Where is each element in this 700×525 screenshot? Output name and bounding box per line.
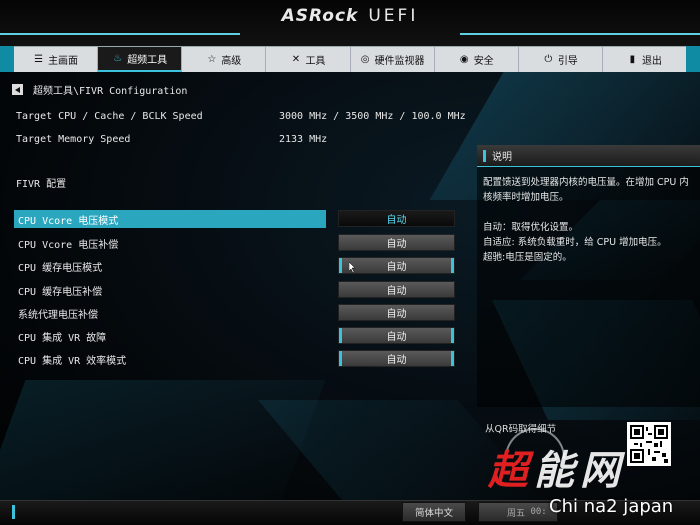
description-header: 说明 <box>477 145 700 167</box>
tab-advanced[interactable]: ☆ 高级 <box>182 47 267 72</box>
shield-icon: ◉ <box>459 54 469 65</box>
language-button[interactable]: 简体中文 <box>402 502 466 522</box>
description-panel: 说明 配置馈送到处理器内核的电压量。在增加 CPU 内核频率时增加电压。 自动：… <box>477 145 700 407</box>
footer-marker <box>12 505 15 519</box>
exit-icon: ▮ <box>629 54 636 65</box>
watermark-text: Chi na2 japan <box>549 496 674 517</box>
tab-hw-monitor[interactable]: ◎ 硬件监视器 <box>351 47 435 72</box>
value-ivr-efficiency[interactable]: 自动 <box>338 350 455 367</box>
setting-row-cache-mode[interactable]: CPU 缓存电压模式 <box>14 257 326 275</box>
value-ivr-fault[interactable]: 自动 <box>338 327 455 344</box>
power-icon: ⏻ <box>544 54 553 65</box>
breadcrumb-text: 超频工具\FIVR Configuration <box>33 86 188 97</box>
tools-icon: ✕ <box>291 54 301 65</box>
info-label-cpu-speed: Target CPU / Cache / BCLK Speed <box>16 111 203 122</box>
info-label-memory-speed: Target Memory Speed <box>16 134 131 145</box>
nav-accent-left <box>0 46 14 72</box>
tab-main[interactable]: ☰ 主画面 <box>14 47 99 72</box>
breadcrumb: 超频工具\FIVR Configuration <box>12 82 187 97</box>
info-value-cpu-speed: 3000 MHz / 3500 MHz / 100.0 MHz <box>279 111 466 122</box>
main-nav: ☰ 主画面 ♨ 超频工具 ☆ 高级 ✕ 工具 ◎ 硬件监视器 ◉ 安全 ⏻ 引导 ▮ 退出 <box>14 46 686 72</box>
description-auto: 自动：取得优化设置。 <box>483 222 579 233</box>
mouse-pointer-icon <box>349 262 356 273</box>
menu-icon: ☰ <box>34 54 44 65</box>
description-override: 超驰:电压是固定的。 <box>483 252 572 263</box>
qr-label: 从QR码取得细节 <box>485 424 557 435</box>
clock: 周五 00: <box>478 502 558 522</box>
setting-row-ivr-efficiency[interactable]: CPU 集成 VR 效率模式 <box>14 350 326 368</box>
setting-row-ivr-fault[interactable]: CPU 集成 VR 故障 <box>14 327 326 345</box>
value-vcore-mode[interactable]: 自动 <box>338 210 455 227</box>
description-title: 说明 <box>492 152 512 163</box>
tab-boot[interactable]: ⏻ 引导 <box>519 47 603 72</box>
info-value-memory-speed: 2133 MHz <box>279 134 328 145</box>
section-title: FIVR 配置 <box>16 179 67 190</box>
brand-logo: ASRock UEFI <box>281 6 419 26</box>
description-body: 配置馈送到处理器内核的电压量。在增加 CPU 内核频率时增加电压。 自动：取得优… <box>477 167 700 273</box>
tab-security[interactable]: ◉ 安全 <box>435 47 519 72</box>
nav-accent-right <box>686 46 700 72</box>
back-arrow-icon[interactable] <box>12 84 23 95</box>
setting-row-vcore-mode[interactable]: CPU Vcore 电压模式 <box>14 210 326 228</box>
qr-code-icon[interactable] <box>627 422 671 466</box>
tab-tools[interactable]: ✕ 工具 <box>266 47 351 72</box>
tab-oc-tweaker[interactable]: ♨ 超频工具 <box>98 47 183 72</box>
watermark-logo: 超能网 <box>488 448 626 494</box>
header-bar: ASRock UEFI <box>0 0 700 46</box>
value-vcore-offset[interactable]: 自动 <box>338 234 455 251</box>
monitor-icon: ◎ <box>360 54 370 65</box>
setting-row-vcore-offset[interactable]: CPU Vcore 电压补偿 <box>14 234 326 252</box>
setting-row-cache-offset[interactable]: CPU 缓存电压补偿 <box>14 281 326 299</box>
star-icon: ☆ <box>207 54 217 65</box>
value-sa-offset[interactable]: 自动 <box>338 304 455 321</box>
description-adaptive: 自适应: 系统负载重时，给 CPU 增加电压。 <box>483 237 667 248</box>
value-cache-offset[interactable]: 自动 <box>338 281 455 298</box>
setting-row-sa-offset[interactable]: 系统代理电压补偿 <box>14 304 326 322</box>
description-paragraph: 配置馈送到处理器内核的电压量。在增加 CPU 内核频率时增加电压。 <box>483 177 689 203</box>
tab-exit[interactable]: ▮ 退出 <box>603 47 686 72</box>
flame-icon: ♨ <box>113 53 123 64</box>
